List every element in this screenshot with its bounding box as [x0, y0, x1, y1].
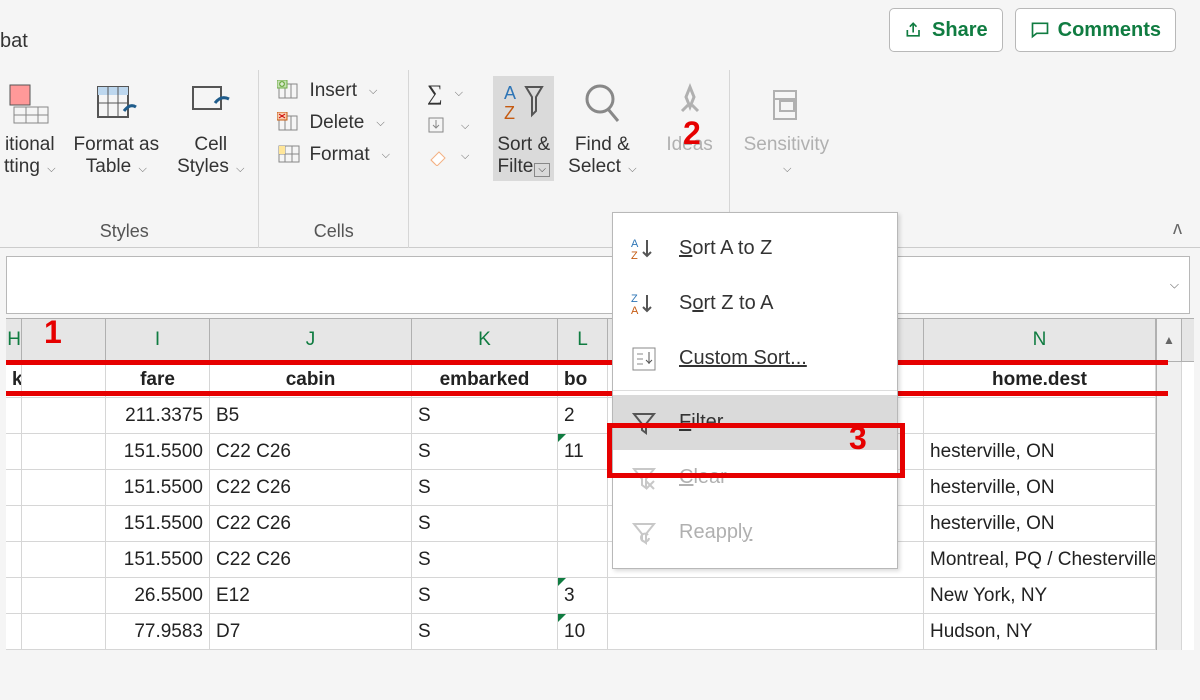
table-row[interactable]: 26.5500 E12 S 3 New York, NY — [6, 578, 1194, 614]
clear-filter-icon — [629, 465, 659, 491]
spreadsheet: 1 H I J K L N ▲ ket fare cabin embarked … — [6, 318, 1194, 650]
col-l[interactable]: L — [558, 319, 608, 361]
table-header-row[interactable]: ket fare cabin embarked bo home.dest — [6, 362, 1194, 398]
autosum-icon: ∑ — [427, 80, 443, 106]
sort-filter-icon: A Z — [499, 78, 549, 132]
cell-styles-icon — [186, 78, 236, 132]
conditional-formatting-button[interactable]: itionaltting ⌵ — [0, 76, 60, 181]
cells-group-label: Cells — [269, 221, 398, 248]
comments-button[interactable]: Comments — [1015, 8, 1176, 52]
delete-button[interactable]: Delete⌵ — [269, 108, 398, 138]
sensitivity-button[interactable]: Sensitivity⌵ — [740, 76, 834, 181]
menu-sort-az[interactable]: AZ Sort A to Z — [613, 221, 897, 276]
col-h[interactable]: H — [6, 319, 22, 361]
share-icon — [904, 20, 924, 40]
svg-text:Z: Z — [631, 250, 638, 262]
styles-group: itionaltting ⌵ Format asTable ⌵ CellStyl… — [0, 70, 259, 248]
table-row[interactable]: 151.5500 C22 C26 S hesterville, ON — [6, 470, 1194, 506]
ideas-button[interactable]: Ideas — [661, 76, 719, 158]
col-k[interactable]: K — [412, 319, 558, 361]
top-right-buttons: Share Comments — [889, 8, 1176, 52]
svg-text:Z: Z — [504, 103, 515, 123]
comments-icon — [1030, 20, 1050, 40]
sort-az-icon: AZ — [629, 236, 659, 262]
formula-bar[interactable]: ⌵ — [6, 256, 1190, 314]
col-j[interactable]: J — [210, 319, 412, 361]
collapse-ribbon-button[interactable]: ʌ — [1173, 218, 1182, 239]
custom-sort-icon — [629, 346, 659, 372]
clear-icon — [427, 146, 449, 166]
menu-custom-sort[interactable]: Custom Sort... — [613, 331, 897, 386]
col-n[interactable]: N — [924, 319, 1156, 361]
menu-filter[interactable]: Filter — [613, 395, 897, 450]
column-headers[interactable]: H I J K L N ▲ — [6, 318, 1194, 362]
table-row[interactable]: 151.5500 C22 C26 S hesterville, ON — [6, 506, 1194, 542]
format-icon — [277, 144, 301, 166]
table-row[interactable]: 77.9583 D7 S 10 Hudson, NY — [6, 614, 1194, 650]
table-row[interactable]: 151.5500 C22 C26 S Montreal, PQ / Cheste… — [6, 542, 1194, 578]
svg-text:A: A — [631, 238, 639, 250]
svg-text:Z: Z — [631, 293, 638, 305]
find-select-button[interactable]: Find &Select ⌵ — [564, 76, 640, 181]
sort-filter-button[interactable]: A Z Sort &Filte⌵ — [493, 76, 554, 181]
fill-icon — [427, 116, 449, 136]
ribbon-tab-partial[interactable]: bat — [0, 30, 28, 53]
table-row[interactable]: 211.3375 B5 S 2 — [6, 398, 1194, 434]
share-label: Share — [932, 19, 988, 42]
sort-za-icon: ZA — [629, 291, 659, 317]
format-as-table-button[interactable]: Format asTable ⌵ — [70, 76, 164, 181]
ribbon: bat Share Comments itionaltting ⌵ — [0, 0, 1200, 248]
cell-styles-button[interactable]: CellStyles ⌵ — [173, 76, 248, 181]
svg-text:A: A — [504, 83, 516, 103]
ideas-icon — [665, 78, 715, 132]
menu-sort-za[interactable]: ZA Sort Z to A — [613, 276, 897, 331]
format-button[interactable]: Format⌵ — [269, 140, 398, 170]
insert-button[interactable]: Insert⌵ — [269, 76, 398, 106]
conditional-formatting-icon — [5, 78, 55, 132]
svg-text:A: A — [631, 305, 639, 317]
table-row[interactable]: 151.5500 C22 C26 S 11 hesterville, ON — [6, 434, 1194, 470]
cells-group: Insert⌵ Delete⌵ Format⌵ Cells — [259, 70, 409, 248]
editing-group-label — [419, 242, 641, 248]
comments-label: Comments — [1058, 19, 1161, 42]
sensitivity-icon — [761, 78, 811, 132]
col-h-rest[interactable] — [22, 319, 106, 361]
delete-icon — [277, 112, 301, 134]
fill-button[interactable]: ⌵ — [419, 112, 477, 140]
format-as-table-icon — [91, 78, 141, 132]
styles-group-label: Styles — [0, 221, 248, 248]
formula-bar-expand[interactable]: ⌵ — [1170, 278, 1179, 293]
menu-reapply: Reapply — [613, 505, 897, 560]
share-button[interactable]: Share — [889, 8, 1003, 52]
autosum-button[interactable]: ∑⌵ — [419, 76, 477, 110]
filter-icon — [629, 410, 659, 436]
menu-clear: Clear — [613, 450, 897, 505]
sort-filter-dropdown: AZ Sort A to Z ZA Sort Z to A Custom Sor… — [612, 212, 898, 569]
scroll-up[interactable]: ▲ — [1156, 319, 1182, 361]
insert-icon — [277, 80, 301, 102]
col-i[interactable]: I — [106, 319, 210, 361]
clear-button[interactable]: ⌵ — [419, 142, 477, 170]
find-select-icon — [577, 78, 627, 132]
grid[interactable]: ket fare cabin embarked bo home.dest 211… — [6, 362, 1194, 650]
reapply-icon — [629, 520, 659, 546]
